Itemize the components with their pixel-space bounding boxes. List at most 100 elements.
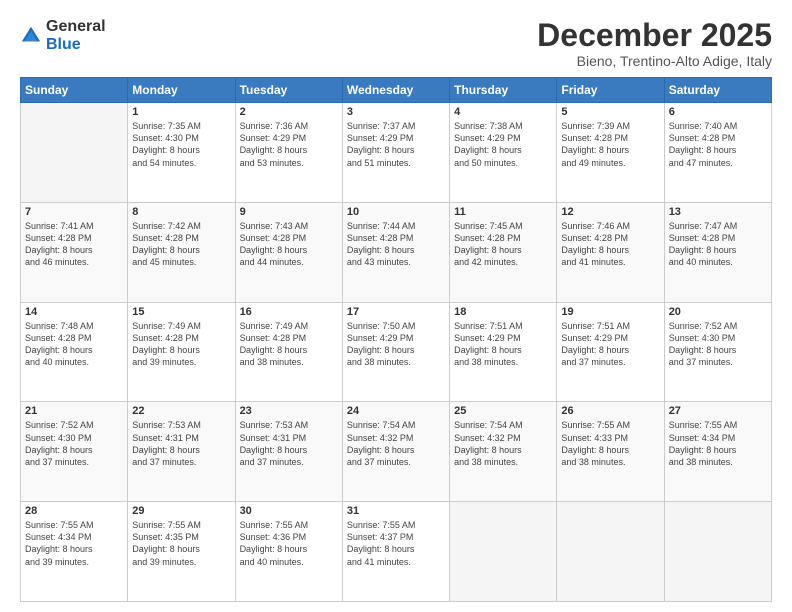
calendar-cell: 18 Sunrise: 7:51 AMSunset: 4:29 PMDayligh… bbox=[450, 302, 557, 402]
day-number: 11 bbox=[454, 206, 552, 218]
calendar-cell: 3Sunrise: 7:37 AMSunset: 4:29 PMDaylight… bbox=[342, 103, 449, 203]
day-info: Sunrise: 7:55 AMSunset: 4:34 PMDaylight:… bbox=[25, 519, 123, 568]
day-info: Sunrise: 7:44 AMSunset: 4:28 PMDaylight:… bbox=[347, 220, 445, 269]
calendar-cell: 10 Sunrise: 7:44 AMSunset: 4:28 PMDayligh… bbox=[342, 202, 449, 302]
day-info: Sunrise: 7:55 AMSunset: 4:35 PMDaylight:… bbox=[132, 519, 230, 568]
day-number: 30 bbox=[240, 505, 338, 517]
day-info: Sunrise: 7:51 AMSunset: 4:29 PMDaylight:… bbox=[561, 320, 659, 369]
day-info: Sunrise: 7:50 AMSunset: 4:29 PMDaylight:… bbox=[347, 320, 445, 369]
day-number: 13 bbox=[669, 206, 767, 218]
calendar-cell bbox=[21, 103, 128, 203]
title-section: December 2025 Bieno, Trentino-Alto Adige… bbox=[537, 18, 772, 69]
weekday-header-thursday: Thursday bbox=[450, 78, 557, 103]
week-row-5: 28 Sunrise: 7:55 AMSunset: 4:34 PMDayligh… bbox=[21, 502, 772, 602]
day-info: Sunrise: 7:42 AMSunset: 4:28 PMDaylight:… bbox=[132, 220, 230, 269]
calendar-cell: 14 Sunrise: 7:48 AMSunset: 4:28 PMDayligh… bbox=[21, 302, 128, 402]
day-number: 14 bbox=[25, 306, 123, 318]
week-row-1: 1 Sunrise: 7:35 AMSunset: 4:30 PMDaylight… bbox=[21, 103, 772, 203]
day-number: 8 bbox=[132, 206, 230, 218]
weekday-header-tuesday: Tuesday bbox=[235, 78, 342, 103]
day-info: Sunrise: 7:55 AMSunset: 4:36 PMDaylight:… bbox=[240, 519, 338, 568]
calendar-cell: 1 Sunrise: 7:35 AMSunset: 4:30 PMDaylight… bbox=[128, 103, 235, 203]
day-number: 18 bbox=[454, 306, 552, 318]
calendar-cell: 4Sunrise: 7:38 AMSunset: 4:29 PMDaylight… bbox=[450, 103, 557, 203]
calendar-cell: 7 Sunrise: 7:41 AMSunset: 4:28 PMDaylight… bbox=[21, 202, 128, 302]
day-info: Sunrise: 7:49 AMSunset: 4:28 PMDaylight:… bbox=[240, 320, 338, 369]
day-number: 17 bbox=[347, 306, 445, 318]
day-info: Sunrise: 7:52 AMSunset: 4:30 PMDaylight:… bbox=[25, 419, 123, 468]
day-info: Sunrise: 7:39 AMSunset: 4:28 PMDaylight:… bbox=[561, 120, 659, 169]
day-info: Sunrise: 7:43 AMSunset: 4:28 PMDaylight:… bbox=[240, 220, 338, 269]
header: General Blue December 2025 Bieno, Trenti… bbox=[20, 18, 772, 69]
day-number: 5 bbox=[561, 106, 659, 118]
calendar-cell: 28 Sunrise: 7:55 AMSunset: 4:34 PMDayligh… bbox=[21, 502, 128, 602]
calendar-cell: 20 Sunrise: 7:52 AMSunset: 4:30 PMDayligh… bbox=[664, 302, 771, 402]
weekday-header-row: SundayMondayTuesdayWednesdayThursdayFrid… bbox=[21, 78, 772, 103]
day-number: 9 bbox=[240, 206, 338, 218]
day-info: Sunrise: 7:37 AMSunset: 4:29 PMDaylight:… bbox=[347, 120, 445, 169]
day-number: 19 bbox=[561, 306, 659, 318]
calendar-cell: 30 Sunrise: 7:55 AMSunset: 4:36 PMDayligh… bbox=[235, 502, 342, 602]
day-info: Sunrise: 7:52 AMSunset: 4:30 PMDaylight:… bbox=[669, 320, 767, 369]
weekday-header-wednesday: Wednesday bbox=[342, 78, 449, 103]
calendar-cell: 15Sunrise: 7:49 AMSunset: 4:28 PMDayligh… bbox=[128, 302, 235, 402]
page: General Blue December 2025 Bieno, Trenti… bbox=[0, 0, 792, 612]
day-number: 29 bbox=[132, 505, 230, 517]
weekday-header-saturday: Saturday bbox=[664, 78, 771, 103]
logo-general: General bbox=[46, 18, 106, 36]
day-info: Sunrise: 7:35 AMSunset: 4:30 PMDaylight:… bbox=[132, 120, 230, 169]
day-info: Sunrise: 7:54 AMSunset: 4:32 PMDaylight:… bbox=[347, 419, 445, 468]
day-number: 24 bbox=[347, 405, 445, 417]
day-number: 26 bbox=[561, 405, 659, 417]
day-info: Sunrise: 7:54 AMSunset: 4:32 PMDaylight:… bbox=[454, 419, 552, 468]
week-row-2: 7 Sunrise: 7:41 AMSunset: 4:28 PMDaylight… bbox=[21, 202, 772, 302]
day-info: Sunrise: 7:55 AMSunset: 4:37 PMDaylight:… bbox=[347, 519, 445, 568]
calendar-cell: 24 Sunrise: 7:54 AMSunset: 4:32 PMDayligh… bbox=[342, 402, 449, 502]
logo-blue: Blue bbox=[46, 36, 106, 54]
day-number: 15 bbox=[132, 306, 230, 318]
calendar-cell: 11 Sunrise: 7:45 AMSunset: 4:28 PMDayligh… bbox=[450, 202, 557, 302]
day-info: Sunrise: 7:36 AMSunset: 4:29 PMDaylight:… bbox=[240, 120, 338, 169]
day-number: 4 bbox=[454, 106, 552, 118]
day-number: 28 bbox=[25, 505, 123, 517]
day-info: Sunrise: 7:53 AMSunset: 4:31 PMDaylight:… bbox=[240, 419, 338, 468]
day-info: Sunrise: 7:41 AMSunset: 4:28 PMDaylight:… bbox=[25, 220, 123, 269]
week-row-4: 21Sunrise: 7:52 AMSunset: 4:30 PMDayligh… bbox=[21, 402, 772, 502]
calendar-cell: 6 Sunrise: 7:40 AMSunset: 4:28 PMDaylight… bbox=[664, 103, 771, 203]
calendar-cell: 2Sunrise: 7:36 AMSunset: 4:29 PMDaylight… bbox=[235, 103, 342, 203]
logo-icon bbox=[20, 25, 42, 47]
day-number: 7 bbox=[25, 206, 123, 218]
day-number: 20 bbox=[669, 306, 767, 318]
day-number: 12 bbox=[561, 206, 659, 218]
day-info: Sunrise: 7:55 AMSunset: 4:33 PMDaylight:… bbox=[561, 419, 659, 468]
calendar-cell: 25Sunrise: 7:54 AMSunset: 4:32 PMDayligh… bbox=[450, 402, 557, 502]
day-info: Sunrise: 7:45 AMSunset: 4:28 PMDaylight:… bbox=[454, 220, 552, 269]
day-number: 10 bbox=[347, 206, 445, 218]
calendar-cell: 12 Sunrise: 7:46 AMSunset: 4:28 PMDayligh… bbox=[557, 202, 664, 302]
day-info: Sunrise: 7:47 AMSunset: 4:28 PMDaylight:… bbox=[669, 220, 767, 269]
day-info: Sunrise: 7:51 AMSunset: 4:29 PMDaylight:… bbox=[454, 320, 552, 369]
calendar-cell bbox=[664, 502, 771, 602]
day-number: 6 bbox=[669, 106, 767, 118]
subtitle: Bieno, Trentino-Alto Adige, Italy bbox=[537, 53, 772, 69]
calendar-cell: 21Sunrise: 7:52 AMSunset: 4:30 PMDayligh… bbox=[21, 402, 128, 502]
day-info: Sunrise: 7:53 AMSunset: 4:31 PMDaylight:… bbox=[132, 419, 230, 468]
day-info: Sunrise: 7:48 AMSunset: 4:28 PMDaylight:… bbox=[25, 320, 123, 369]
day-number: 31 bbox=[347, 505, 445, 517]
day-info: Sunrise: 7:46 AMSunset: 4:28 PMDaylight:… bbox=[561, 220, 659, 269]
calendar-cell: 13 Sunrise: 7:47 AMSunset: 4:28 PMDayligh… bbox=[664, 202, 771, 302]
day-number: 27 bbox=[669, 405, 767, 417]
calendar-cell: 31 Sunrise: 7:55 AMSunset: 4:37 PMDayligh… bbox=[342, 502, 449, 602]
calendar-cell: 9 Sunrise: 7:43 AMSunset: 4:28 PMDaylight… bbox=[235, 202, 342, 302]
calendar-cell bbox=[450, 502, 557, 602]
weekday-header-monday: Monday bbox=[128, 78, 235, 103]
day-number: 16 bbox=[240, 306, 338, 318]
calendar-table: SundayMondayTuesdayWednesdayThursdayFrid… bbox=[20, 77, 772, 602]
calendar-cell bbox=[557, 502, 664, 602]
logo: General Blue bbox=[20, 18, 106, 53]
logo-text: General Blue bbox=[46, 18, 106, 53]
day-number: 1 bbox=[132, 106, 230, 118]
day-info: Sunrise: 7:40 AMSunset: 4:28 PMDaylight:… bbox=[669, 120, 767, 169]
calendar-cell: 5 Sunrise: 7:39 AMSunset: 4:28 PMDaylight… bbox=[557, 103, 664, 203]
calendar-cell: 16 Sunrise: 7:49 AMSunset: 4:28 PMDayligh… bbox=[235, 302, 342, 402]
